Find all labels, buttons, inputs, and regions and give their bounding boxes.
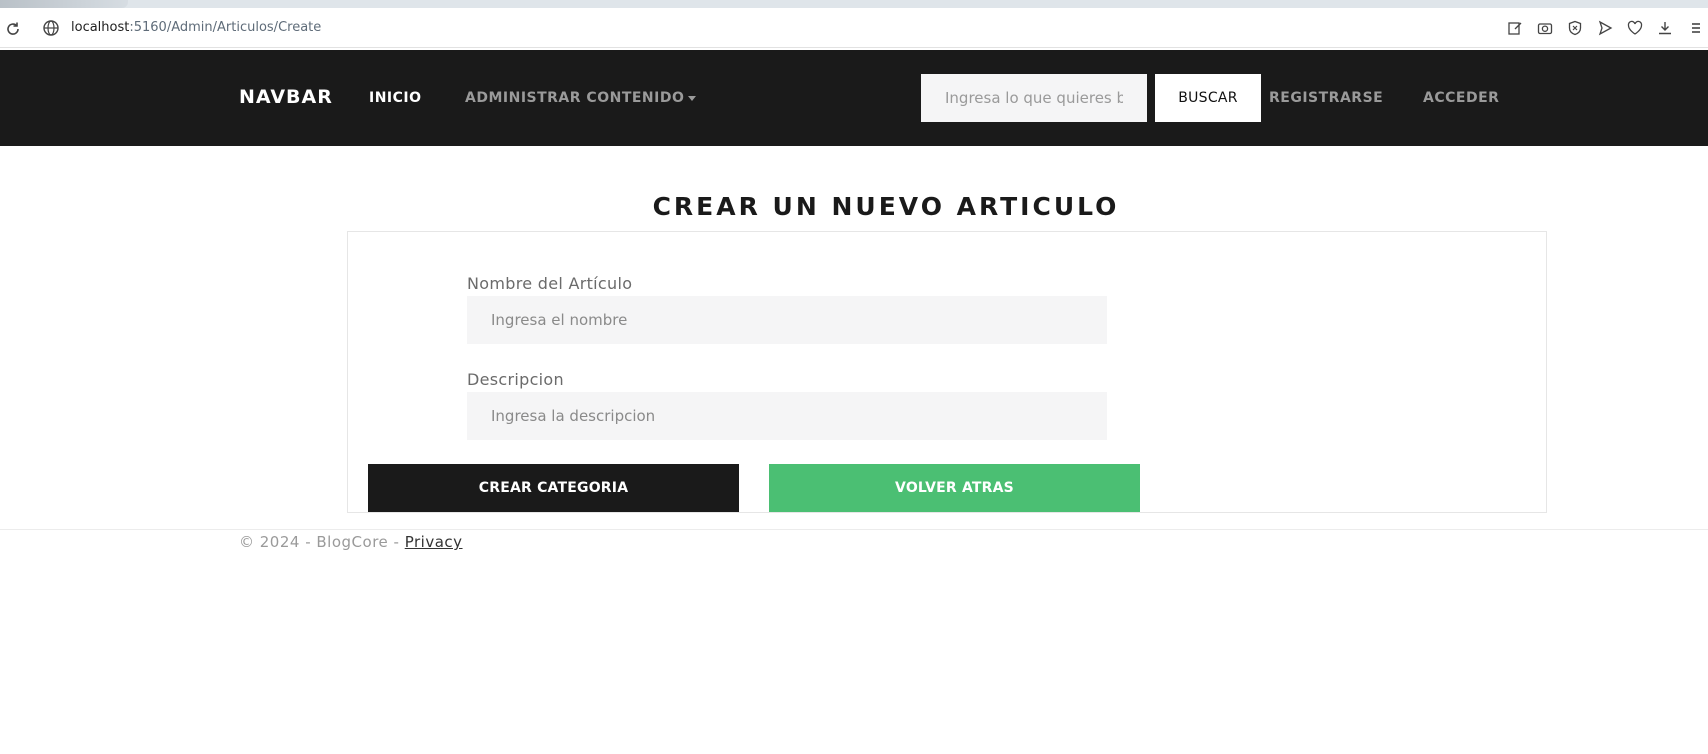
url-host: localhost — [71, 20, 130, 35]
back-button[interactable]: VOLVER ATRAS — [769, 464, 1140, 512]
send-icon[interactable] — [1596, 19, 1614, 37]
page-title: CREAR UN NUEVO ARTICULO — [652, 192, 1120, 221]
search-button[interactable]: BUSCAR — [1155, 74, 1261, 122]
nav-link-inicio[interactable]: INICIO — [369, 88, 422, 108]
camera-icon[interactable] — [1536, 19, 1554, 37]
url-path: :5160/Admin/Articulos/Create — [129, 20, 322, 35]
edit-icon[interactable] — [1506, 19, 1524, 37]
nav-dropdown-label: ADMINISTRAR CONTENIDO — [465, 90, 685, 106]
browser-tab[interactable] — [0, 0, 128, 8]
navbar: NAVBAR INICIO ADMINISTRAR CONTENIDO BUSC… — [0, 50, 1708, 146]
browser-toolbar-icons — [1506, 16, 1708, 40]
article-form: Nombre del Artículo Descripcion CREAR CA… — [347, 231, 1547, 513]
heart-icon[interactable] — [1626, 19, 1644, 37]
download-icon[interactable] — [1656, 19, 1674, 37]
menu-icon[interactable] — [1686, 19, 1704, 37]
name-label: Nombre del Artículo — [467, 274, 633, 293]
navbar-brand[interactable]: NAVBAR — [239, 84, 333, 110]
create-button[interactable]: CREAR CATEGORIA — [368, 464, 739, 512]
footer: © 2024 - BlogCore - Privacy — [239, 532, 463, 552]
browser-tab-strip — [0, 0, 1708, 8]
name-input[interactable] — [467, 296, 1107, 344]
reload-icon[interactable] — [4, 20, 22, 38]
search-input[interactable] — [921, 74, 1147, 122]
nav-link-registrarse[interactable]: REGISTRARSE — [1269, 88, 1383, 108]
address-bar[interactable]: localhost:5160/Admin/Articulos/Create — [0, 8, 1708, 48]
description-input[interactable] — [467, 392, 1107, 440]
shield-icon[interactable] — [1566, 19, 1584, 37]
caret-down-icon — [688, 95, 697, 101]
site-info-icon[interactable] — [42, 19, 60, 37]
url-text[interactable]: localhost:5160/Admin/Articulos/Create — [71, 18, 321, 38]
nav-dropdown-administrar-contenido[interactable]: ADMINISTRAR CONTENIDO — [465, 88, 697, 108]
footer-divider — [0, 529, 1708, 530]
description-label: Descripcion — [467, 370, 564, 389]
footer-copyright: © 2024 - BlogCore - — [239, 533, 405, 551]
privacy-link[interactable]: Privacy — [405, 533, 463, 551]
nav-link-acceder[interactable]: ACCEDER — [1423, 88, 1499, 108]
